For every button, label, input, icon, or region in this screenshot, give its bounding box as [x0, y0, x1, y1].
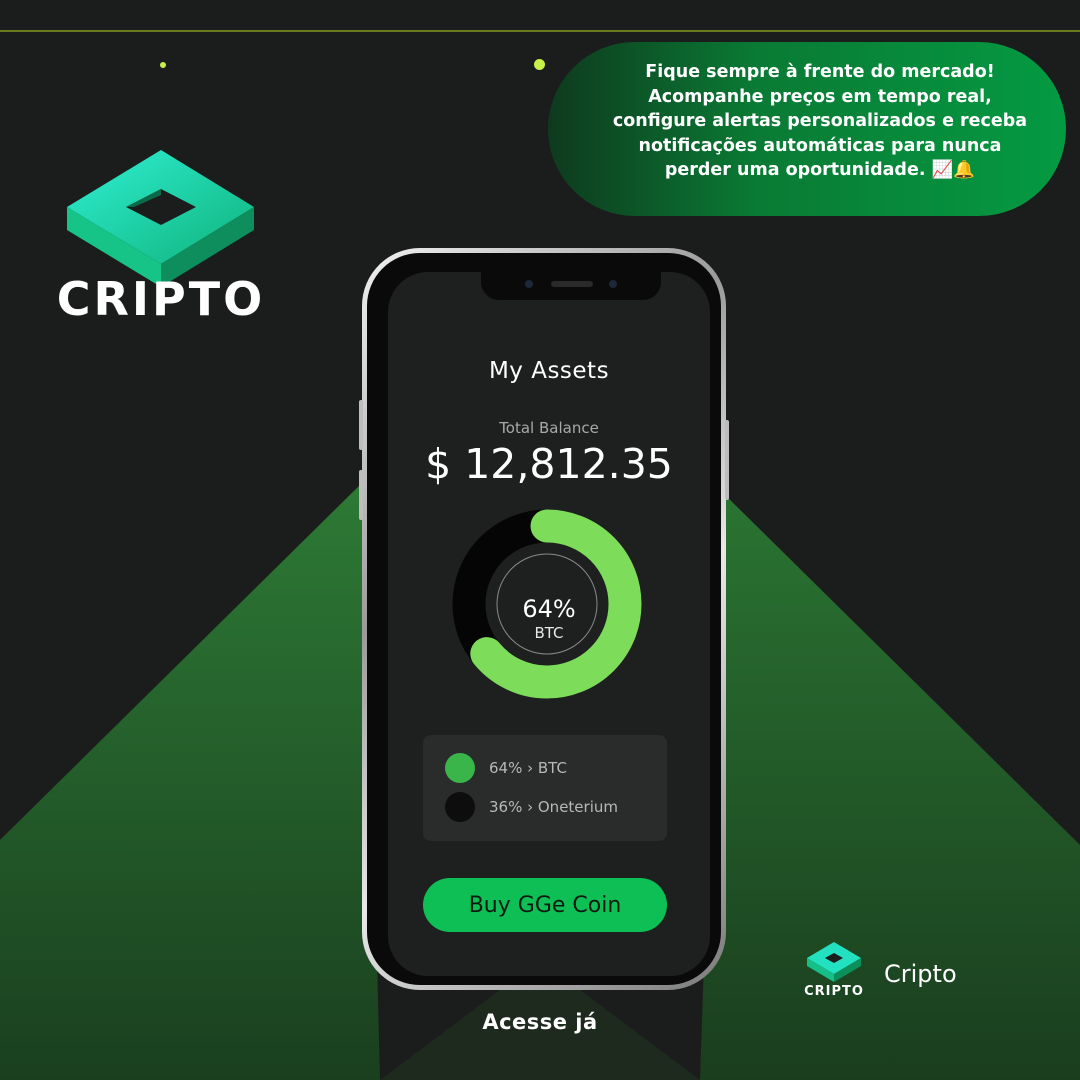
speaker-grill	[551, 281, 593, 287]
phone-side-button	[725, 420, 729, 500]
phone-mockup: My Assets Total Balance $ 12,812.35 64% …	[359, 248, 729, 990]
small-logo-text: CRIPTO	[804, 984, 864, 999]
page-title: My Assets	[488, 358, 610, 384]
brand-name: Cripto	[884, 960, 957, 988]
call-to-action-text[interactable]: Acesse já	[0, 1010, 1080, 1034]
donut-asset-label: BTC	[534, 624, 564, 642]
accent-dot	[534, 59, 545, 70]
top-divider	[0, 30, 1080, 32]
phone-side-button	[359, 470, 363, 520]
legend-item-oneterium: 36% › Oneterium	[445, 792, 665, 824]
total-balance-value: $ 12,812.35	[425, 440, 673, 488]
sensor-icon	[609, 280, 617, 288]
phone-side-button	[359, 400, 363, 450]
buy-coin-button[interactable]: Buy GGe Coin	[423, 878, 667, 932]
app-screen: My Assets Total Balance $ 12,812.35 64% …	[388, 272, 710, 976]
legend-dot-btc	[445, 753, 475, 783]
cripto-small-logo-icon	[807, 942, 861, 982]
legend-item-btc: 64% › BTC	[445, 753, 665, 785]
legend-label: 64% › BTC	[489, 759, 567, 777]
donut-percent-label: 64%	[522, 595, 576, 623]
brand-logo-text: CRIPTO	[56, 272, 266, 326]
legend-dot-oneterium	[445, 792, 475, 822]
camera-icon	[525, 280, 533, 288]
allocation-legend: 64% › BTC 36% › Oneterium	[423, 735, 667, 841]
legend-label: 36% › Oneterium	[489, 798, 618, 816]
accent-dot	[160, 62, 166, 68]
promo-text: Fique sempre à frente do mercado! Acompa…	[612, 62, 1028, 180]
total-balance-label: Total Balance	[499, 419, 599, 437]
phone-notch	[481, 272, 661, 300]
